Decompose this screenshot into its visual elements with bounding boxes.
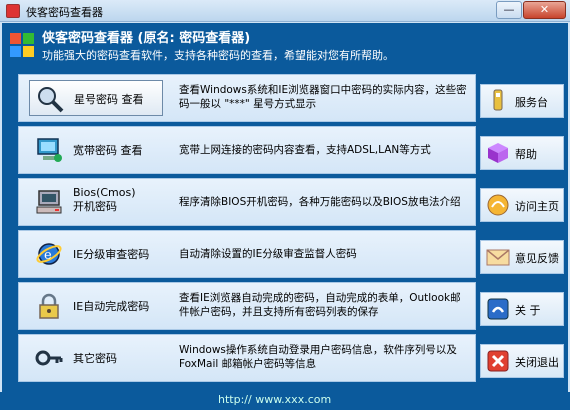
broadband-password-label: 宽带密码 查看 <box>73 144 143 157</box>
asterisk-password-label: 星号密码 查看 <box>74 93 144 106</box>
row-ie-rating-password: e IE分级审查密码 自动清除设置的IE分级审查监督人密码 <box>18 230 476 278</box>
window-title: 侠客密码查看器 <box>26 6 103 19</box>
visit-homepage-label: 访问主页 <box>515 200 559 213</box>
close-exit-label: 关闭退出 <box>515 356 559 369</box>
minimize-button[interactable]: — <box>496 1 522 19</box>
app-icon <box>6 4 20 18</box>
about-icon <box>487 298 509 320</box>
feedback-label: 意见反馈 <box>515 252 559 265</box>
padlock-icon <box>39 293 59 319</box>
header-banner: 侠客密码查看器 (原名: 密码查看器) 功能强大的密码查看软件，支持各种密码的查… <box>2 23 568 66</box>
row-other-password: 其它密码 Windows操作系统自动登录用户密码信息，软件序列号以及FoxMai… <box>18 334 476 382</box>
ie-autocomplete-password-button[interactable]: IE自动完成密码 <box>29 288 163 324</box>
svg-text:e: e <box>44 248 52 263</box>
help-button[interactable]: 帮助 <box>480 136 564 170</box>
title-bar: 侠客密码查看器 — ✕ <box>0 0 570 22</box>
service-desk-label: 服务台 <box>515 96 548 109</box>
footer-bar: http:// www.xxx.com <box>0 392 570 410</box>
header-title: 侠客密码查看器 (原名: 密码查看器) <box>42 31 251 46</box>
asterisk-password-desc: 查看Windows系统和IE浏览器窗口中密码的实际内容，这些密码一般以 "***… <box>179 84 467 110</box>
asterisk-password-button[interactable]: 星号密码 查看 <box>29 80 163 116</box>
header-subtitle: 功能强大的密码查看软件，支持各种密码的查看，希望能对您有所帮助。 <box>42 49 394 62</box>
row-ie-autocomplete-password: IE自动完成密码 查看IE浏览器自动完成的密码，自动完成的表单，Outlook邮… <box>18 282 476 330</box>
bios-label-line1: Bios(Cmos) <box>73 186 136 199</box>
homepage-icon <box>487 194 509 216</box>
bios-password-button[interactable]: Bios(Cmos) 开机密码 <box>29 184 163 220</box>
key-icon <box>35 350 63 366</box>
row-broadband-password: 宽带密码 查看 宽带上网连接的密码内容查看，支持ADSL,LAN等方式 <box>18 126 476 174</box>
other-password-label: 其它密码 <box>73 352 117 365</box>
about-label: 关 于 <box>515 304 541 317</box>
main-panel: 星号密码 查看 查看Windows系统和IE浏览器窗口中密码的实际内容，这些密码… <box>2 66 568 396</box>
desktop-computer-icon <box>36 190 62 214</box>
bios-password-label: Bios(Cmos) 开机密码 <box>73 186 136 214</box>
other-password-desc: Windows操作系统自动登录用户密码信息，软件序列号以及FoxMail 邮箱帐… <box>179 344 457 370</box>
row-asterisk-password: 星号密码 查看 查看Windows系统和IE浏览器窗口中密码的实际内容，这些密码… <box>18 74 476 122</box>
service-desk-icon <box>493 89 503 111</box>
bios-password-desc: 程序清除BIOS开机密码，各种万能密码以及BIOS放电法介绍 <box>179 196 461 208</box>
close-x-icon <box>487 350 509 372</box>
ie-autocomplete-password-label: IE自动完成密码 <box>73 300 150 313</box>
close-button[interactable]: ✕ <box>523 1 566 19</box>
about-button[interactable]: 关 于 <box>480 292 564 326</box>
ie-globe-icon: e <box>36 243 62 265</box>
close-exit-button[interactable]: 关闭退出 <box>480 344 564 378</box>
broadband-password-button[interactable]: 宽带密码 查看 <box>29 132 163 168</box>
visit-homepage-button[interactable]: 访问主页 <box>480 188 564 222</box>
help-label: 帮助 <box>515 148 537 161</box>
help-book-icon <box>488 143 508 163</box>
other-password-button[interactable]: 其它密码 <box>29 340 163 376</box>
row-bios-password: Bios(Cmos) 开机密码 程序清除BIOS开机密码，各种万能密码以及BIOS… <box>18 178 476 226</box>
app-logo-icon <box>10 33 34 57</box>
broadband-password-desc: 宽带上网连接的密码内容查看，支持ADSL,LAN等方式 <box>179 144 431 156</box>
computer-network-icon <box>37 138 62 162</box>
ie-rating-password-label: IE分级审查密码 <box>73 248 150 261</box>
ie-rating-password-button[interactable]: e IE分级审查密码 <box>29 236 163 272</box>
feedback-button[interactable]: 意见反馈 <box>480 240 564 274</box>
ie-autocomplete-password-desc: 查看IE浏览器自动完成的密码，自动完成的表单，Outlook邮件帐户密码，并且支… <box>179 292 461 318</box>
envelope-icon <box>486 249 510 266</box>
service-desk-button[interactable]: 服务台 <box>480 84 564 118</box>
homepage-url-link[interactable]: http:// www.xxx.com <box>218 393 331 406</box>
ie-rating-password-desc: 自动清除设置的IE分级审查监督人密码 <box>179 248 357 260</box>
bios-label-line2: 开机密码 <box>73 200 117 213</box>
magnifier-icon <box>38 87 64 113</box>
